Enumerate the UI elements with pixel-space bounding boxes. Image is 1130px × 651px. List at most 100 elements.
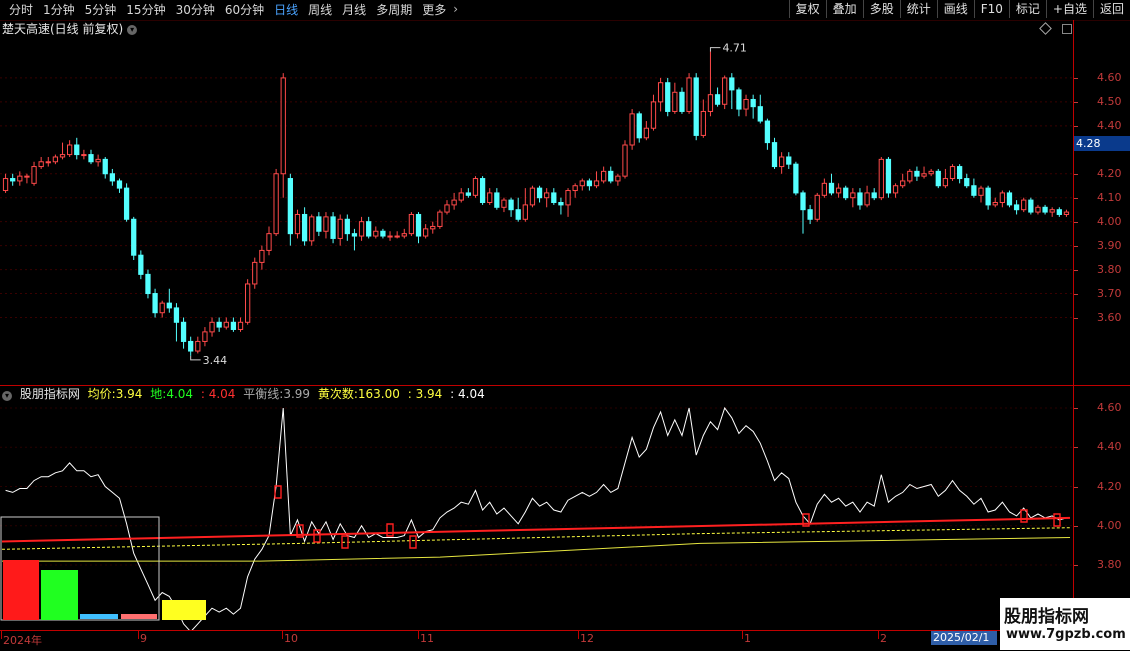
kline-chart[interactable]: 4.71 3.44 — [0, 0, 1073, 630]
price-axis-tick — [1074, 125, 1078, 127]
candle-body — [729, 77, 735, 91]
candle-body — [31, 166, 37, 184]
candle-body — [892, 185, 899, 194]
candle-body — [188, 340, 194, 352]
candle-body — [736, 89, 742, 110]
candle-body — [579, 180, 585, 187]
collapse-icon[interactable]: ▾ — [2, 391, 12, 401]
indicator-axis-label: 4.00 — [1097, 518, 1122, 532]
candle-body — [123, 187, 130, 220]
candle-body — [878, 158, 884, 199]
candle-body — [195, 340, 201, 352]
candle-body — [814, 194, 820, 220]
red-value: : 4.04 — [200, 387, 236, 401]
time-axis-label: 12 — [580, 632, 594, 645]
candle-body — [173, 307, 180, 323]
candle-body — [957, 166, 963, 180]
candle-body — [707, 94, 714, 112]
candle-body — [152, 293, 158, 314]
candle-body — [636, 113, 642, 139]
watermark-title: 股朋指标网 — [1004, 607, 1089, 627]
candle-body — [166, 302, 172, 309]
price-axis-tick — [1074, 173, 1078, 175]
candle-body — [536, 187, 543, 199]
time-axis-label: 10 — [284, 632, 298, 645]
time-axis-label: 2 — [880, 632, 887, 645]
candle-body — [964, 178, 970, 187]
candle-body — [1056, 209, 1062, 215]
candle-body — [458, 192, 464, 201]
candle-body — [1006, 192, 1013, 206]
candle-body — [394, 235, 400, 238]
candle-body — [657, 82, 664, 103]
candle-body — [301, 213, 308, 242]
candle-body — [10, 178, 16, 182]
candle-body — [992, 202, 998, 206]
candle-body — [850, 192, 856, 199]
candle-body — [558, 202, 564, 206]
candle-body — [529, 187, 536, 206]
candle-body — [344, 218, 350, 235]
candle-body — [629, 113, 635, 146]
indicator-header: ▾ 股朋指标网 均价:3.94 地:4.04 : 4.04 平衡线:3.99 黄… — [2, 387, 489, 401]
candle-body — [722, 77, 728, 105]
price-axis-label: 3.60 — [1097, 310, 1122, 324]
candle-body — [949, 166, 956, 180]
candle-body — [373, 230, 379, 237]
buy-signal-marker — [313, 529, 321, 543]
price-axis-tick — [1074, 197, 1078, 199]
candle-body — [451, 199, 457, 206]
candle-body — [259, 249, 265, 263]
candle-body — [337, 218, 343, 239]
candle-body — [750, 98, 756, 108]
toolbar-button-8[interactable]: 返回 — [1092, 0, 1130, 18]
time-axis-tick — [138, 631, 139, 639]
candle-body — [942, 178, 949, 187]
price-axis-label: 4.50 — [1097, 94, 1122, 108]
candle-body — [237, 321, 244, 330]
price-axis-label: 4.60 — [1097, 70, 1122, 84]
candle-body — [622, 144, 628, 177]
current-price-flag: 4.28 — [1074, 136, 1130, 151]
candle-body — [864, 192, 870, 206]
candle-body — [515, 209, 521, 220]
candle-body — [145, 273, 151, 295]
candle-body — [423, 228, 429, 237]
candle-body — [601, 170, 607, 182]
watermark-url: www.7gpzb.com — [1006, 627, 1126, 642]
time-axis-tick — [578, 631, 579, 639]
candle-body — [900, 180, 906, 187]
time-axis: 2024年 9 10 11 12 1 2 — [0, 630, 1073, 651]
candle-body — [309, 216, 315, 242]
candle-body — [835, 187, 842, 194]
candle-body — [102, 158, 108, 175]
candle-body — [351, 233, 358, 237]
candle-body — [1013, 204, 1020, 211]
price-axis-label: 4.00 — [1097, 214, 1122, 228]
candle-body — [479, 178, 486, 204]
indicator-axis-tick — [1074, 447, 1078, 449]
candle-body — [116, 180, 123, 189]
candle-body — [828, 182, 835, 194]
candle-body — [294, 213, 301, 235]
time-axis-tick — [1, 631, 2, 639]
price-axis-label: 4.20 — [1097, 166, 1122, 180]
candle-body — [366, 221, 372, 237]
candle-body — [223, 321, 229, 328]
candle-body — [914, 170, 920, 177]
candle-body — [857, 192, 863, 206]
candle-body — [472, 178, 479, 196]
price-axis-label: 4.40 — [1097, 118, 1122, 132]
candle-body — [743, 98, 749, 110]
candle-body — [551, 192, 557, 204]
candle-body — [1049, 209, 1055, 213]
candle-body — [1042, 206, 1048, 213]
candle-body — [280, 77, 286, 175]
indicator-avg-line — [2, 537, 1071, 562]
avg-value: 3.94 — [115, 387, 143, 401]
candle-body — [216, 321, 222, 328]
candle-body — [800, 192, 806, 211]
candle-body — [358, 221, 365, 237]
candle-body — [159, 302, 165, 314]
yellow-stat-bar — [162, 600, 206, 620]
